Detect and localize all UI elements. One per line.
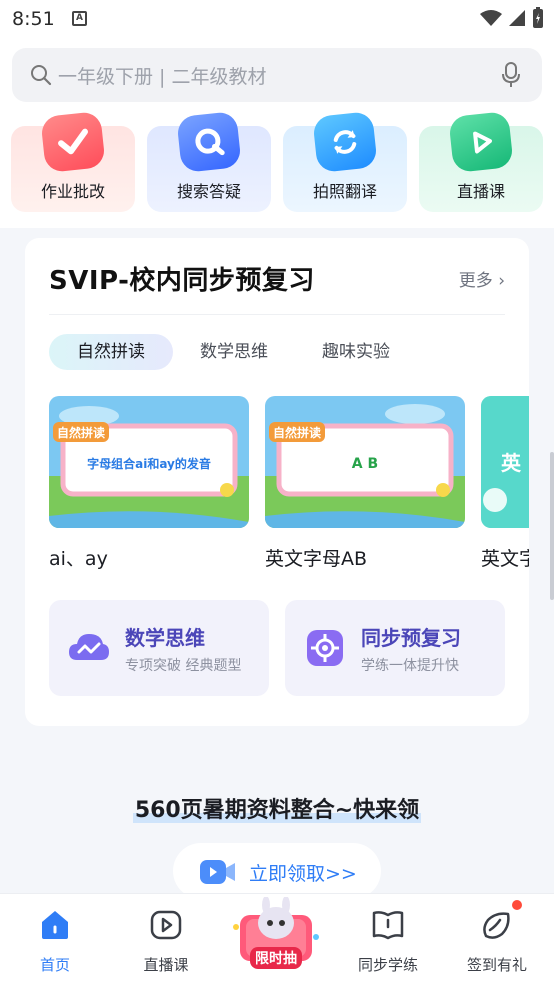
feature-subtitle: 专项突破 经典题型 [125, 658, 242, 674]
video-thumbnail-art: 自然拼读 字母组合ai和ay的发音 [49, 396, 249, 528]
nav-label: 签到有礼 [466, 956, 527, 974]
video-thumbnail-ab[interactable]: 自然拼读 A B [265, 396, 465, 528]
quick-action-homework[interactable]: 作业批改 [11, 111, 135, 212]
play-icon [448, 111, 514, 173]
live-icon [150, 910, 182, 940]
video-caption-clip: 英文字 [481, 538, 529, 570]
video-text: 字母组合ai和ay的发音 [87, 456, 211, 471]
home-icon [42, 911, 68, 939]
quick-action-label: 搜索答疑 [176, 182, 241, 201]
signal-icon [509, 10, 525, 26]
divider [49, 314, 505, 315]
claim-now-button[interactable]: 立即领取>> [173, 843, 381, 899]
book-icon [372, 911, 404, 940]
video-caption: ai、ay [49, 548, 108, 570]
tab-math-thinking[interactable]: 数学思维 [185, 334, 283, 370]
checkin-icon [483, 912, 510, 939]
system-icons [480, 7, 544, 29]
video-thumbnail-ai-ay[interactable]: 自然拼读 字母组合ai和ay的发音 [49, 396, 249, 528]
feature-math-thinking[interactable]: 数学思维 专项突破 经典题型 [49, 600, 269, 696]
feature-subtitle: 学练一体提升快 [361, 658, 459, 674]
nav-home[interactable]: 首页 [10, 894, 100, 985]
feature-title: 同步预复习 [361, 626, 461, 650]
translate-icon [312, 111, 378, 173]
nav-label: 直播课 [143, 956, 189, 974]
feature-sync-review[interactable]: 同步预复习 学练一体提升快 [285, 600, 505, 696]
video-thumbnail-art: 英 [481, 396, 529, 528]
battery-icon [533, 7, 543, 28]
video-banner: 自然拼读 [273, 425, 321, 440]
tab-fun-experiments[interactable]: 趣味实验 [307, 334, 405, 370]
top-area: 一年级下册 | 二年级教材 作业批改 搜索答疑 拍照翻译 直播课 [0, 38, 554, 228]
scrollbar[interactable] [550, 452, 554, 600]
promo-title: 560页暑期资料整合~快来领 [0, 792, 554, 824]
nav-live-class[interactable]: 直播课 [121, 894, 211, 985]
video-thumbnail-art: 自然拼读 A B [265, 396, 465, 528]
chevron-right-icon: › [498, 271, 505, 291]
video-text: A B [352, 456, 378, 472]
quick-action-photo-translate[interactable]: 拍照翻译 [283, 111, 407, 212]
nav-book-practice[interactable]: 同步学练 [343, 894, 433, 985]
more-link-label: 更多 [458, 271, 493, 291]
video-caption: 英文字母AB [265, 548, 368, 570]
lottery-icon: 限时抽 [233, 896, 319, 969]
status-time: 8:51 [12, 8, 55, 30]
search-placeholder: 一年级下册 | 二年级教材 [58, 66, 267, 88]
video-text: 英 [501, 451, 522, 475]
quick-action-label: 拍照翻译 [312, 182, 377, 201]
sync-target-icon [307, 630, 343, 666]
notification-icon: A [72, 11, 87, 26]
quick-action-label: 直播课 [456, 182, 505, 201]
lottery-button[interactable]: 限时抽 [228, 896, 324, 975]
notification-dot [512, 900, 522, 910]
video-thumbnail-english[interactable]: 英 [481, 396, 529, 528]
section-title: SVIP-校内同步预复习 [49, 266, 315, 296]
quick-action-search-answer[interactable]: 搜索答疑 [147, 111, 271, 212]
search-icon [31, 65, 52, 86]
quick-action-label: 作业批改 [40, 182, 105, 201]
video-caption: 英文字 [481, 548, 529, 570]
claim-now-label: 立即领取>> [249, 863, 357, 885]
math-cloud-icon [69, 634, 109, 660]
feature-title: 数学思维 [125, 626, 205, 650]
more-link[interactable]: 更多 › [459, 266, 505, 291]
video-banner: 自然拼读 [57, 425, 105, 440]
microphone-icon[interactable] [502, 62, 520, 88]
lottery-label: 限时抽 [255, 950, 297, 967]
search-bar[interactable]: 一年级下册 | 二年级教材 [12, 48, 542, 102]
nav-label: 同步学练 [357, 956, 418, 974]
wifi-icon [480, 10, 502, 26]
nav-label: 首页 [39, 956, 70, 974]
tab-phonics[interactable]: 自然拼读 [49, 334, 173, 370]
promo-title-text: 560页暑期资料整合~快来领 [132, 798, 422, 823]
video-camera-icon [200, 860, 235, 884]
quick-action-live[interactable]: 直播课 [419, 111, 543, 212]
nav-checkin[interactable]: 签到有礼 [452, 894, 542, 985]
status-bar: 8:51 A [0, 0, 554, 38]
svip-section-card: SVIP-校内同步预复习 更多 › 自然拼读 数学思维 趣味实验 自然拼读 字母… [25, 238, 529, 726]
check-icon [40, 111, 106, 173]
search-q-icon [176, 111, 242, 173]
